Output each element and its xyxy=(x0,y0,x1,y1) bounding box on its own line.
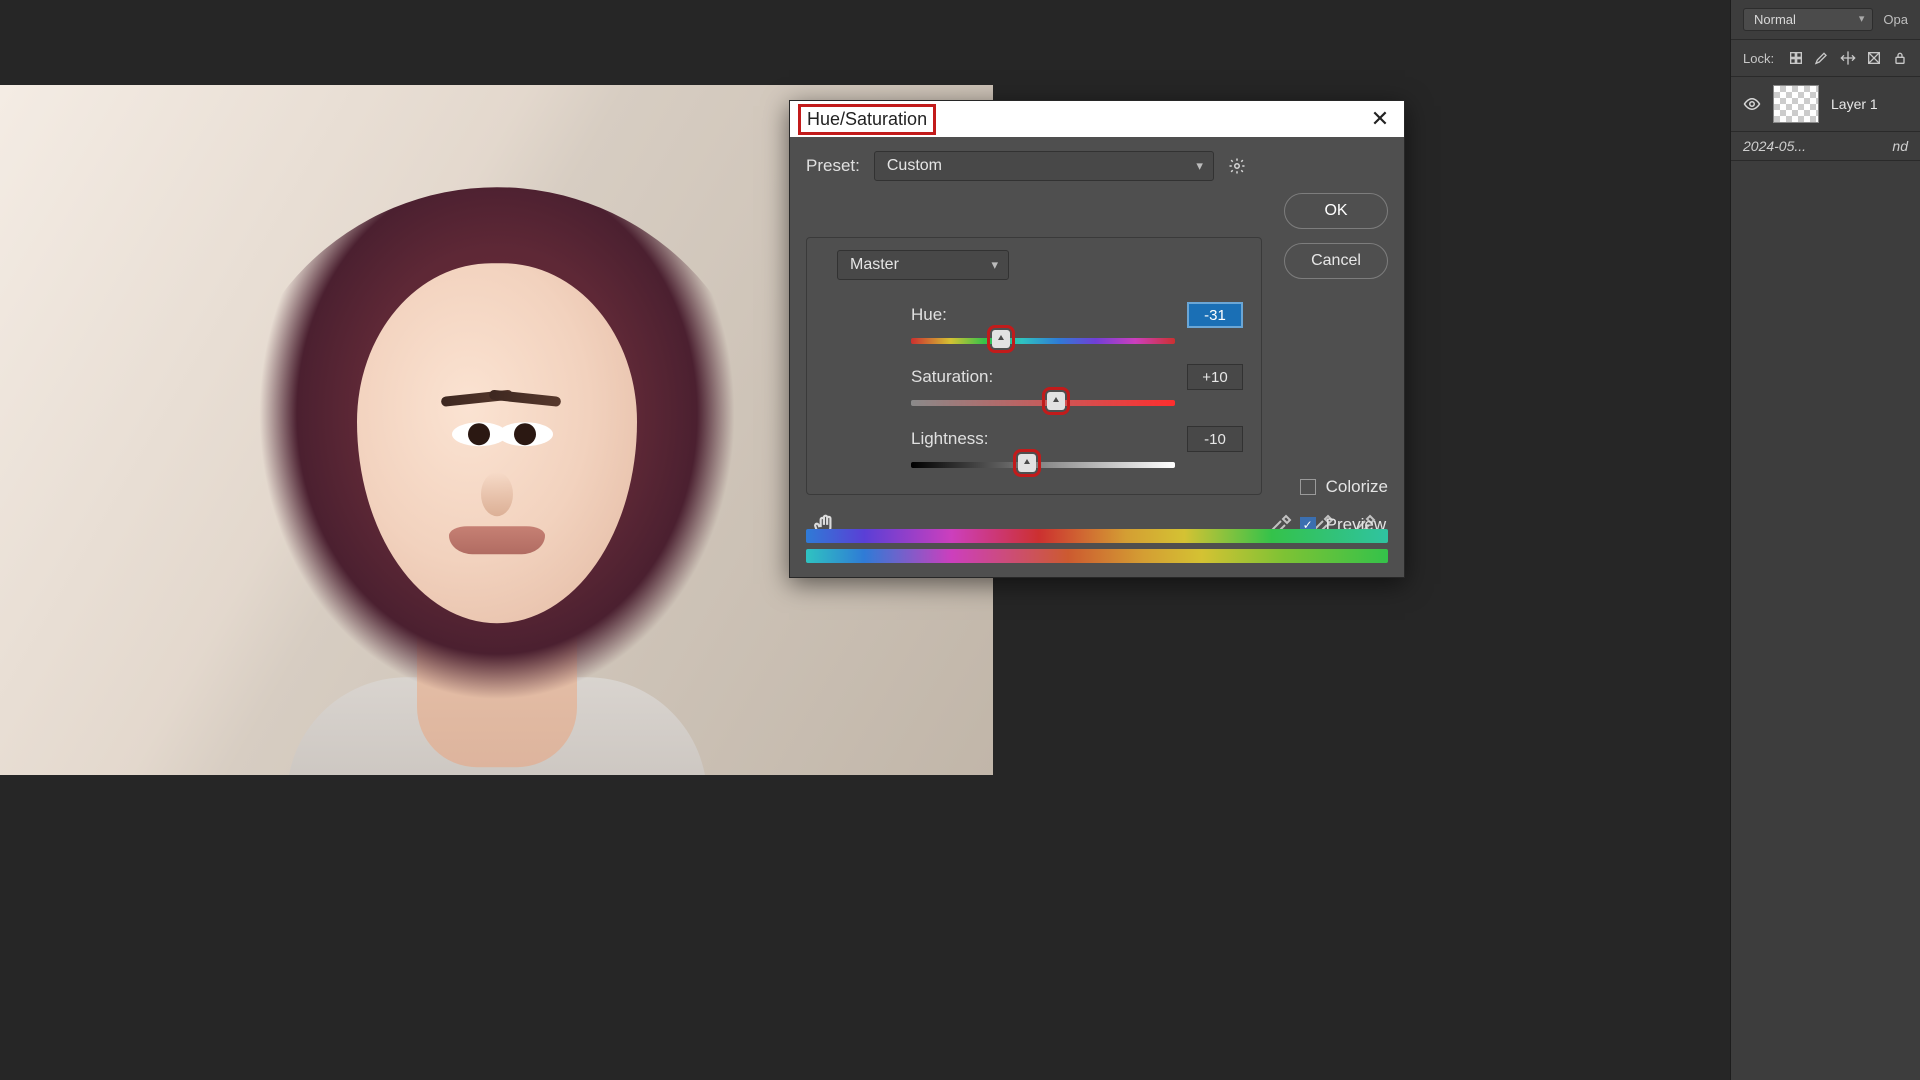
lightness-label: Lightness: xyxy=(825,429,1169,449)
layer-row[interactable]: Layer 1 xyxy=(1731,77,1920,132)
portrait-image xyxy=(227,117,767,775)
preset-select[interactable]: Custom xyxy=(874,151,1214,181)
lightness-slider-thumb[interactable] xyxy=(1018,454,1036,472)
saturation-input[interactable] xyxy=(1187,364,1243,390)
hue-saturation-dialog: Hue/Saturation ✕ Preset: Custom OK Cance… xyxy=(789,100,1405,578)
preset-label: Preset: xyxy=(806,156,860,176)
spectrum-output xyxy=(806,549,1388,563)
lock-bounds-icon[interactable] xyxy=(1866,50,1882,66)
hue-slider[interactable] xyxy=(911,332,1175,350)
colorize-checkbox[interactable]: Colorize xyxy=(1300,477,1388,497)
lock-all-icon[interactable] xyxy=(1892,50,1908,66)
spectrum-bars xyxy=(806,529,1388,563)
lock-label: Lock: xyxy=(1743,51,1774,66)
lock-brush-icon[interactable] xyxy=(1814,50,1830,66)
saturation-slider[interactable] xyxy=(911,394,1175,412)
hue-label: Hue: xyxy=(825,305,1169,325)
blend-mode-select[interactable]: Normal xyxy=(1743,8,1873,31)
layer-subline: 2024-05... nd xyxy=(1731,132,1920,161)
ok-button[interactable]: OK xyxy=(1284,193,1388,229)
gear-icon[interactable] xyxy=(1228,157,1246,175)
saturation-slider-thumb[interactable] xyxy=(1047,392,1065,410)
preset-value: Custom xyxy=(887,157,942,174)
dialog-title: Hue/Saturation xyxy=(798,104,936,135)
hue-slider-thumb[interactable] xyxy=(992,330,1010,348)
close-button[interactable]: ✕ xyxy=(1364,103,1396,135)
channel-panel: Master Hue: Saturation: xyxy=(806,237,1262,495)
layer-name: Layer 1 xyxy=(1831,96,1878,112)
blend-mode-value: Normal xyxy=(1754,12,1796,27)
channel-select[interactable]: Master xyxy=(837,250,1009,280)
dialog-titlebar[interactable]: Hue/Saturation ✕ xyxy=(790,101,1404,137)
lock-move-icon[interactable] xyxy=(1840,50,1856,66)
layer-thumbnail xyxy=(1773,85,1819,123)
lightness-slider[interactable] xyxy=(911,456,1175,474)
spectrum-input[interactable] xyxy=(806,529,1388,543)
lightness-input[interactable] xyxy=(1187,426,1243,452)
opacity-label: Opa xyxy=(1883,12,1908,27)
hue-input[interactable] xyxy=(1187,302,1243,328)
lock-pixels-icon[interactable] xyxy=(1788,50,1804,66)
layers-panel: Normal Opa Lock: Layer 1 2024-05... nd xyxy=(1730,0,1920,1080)
colorize-label: Colorize xyxy=(1326,477,1388,497)
channel-value: Master xyxy=(850,256,899,273)
cancel-button[interactable]: Cancel xyxy=(1284,243,1388,279)
saturation-label: Saturation: xyxy=(825,367,1169,387)
visibility-eye-icon[interactable] xyxy=(1743,95,1761,113)
